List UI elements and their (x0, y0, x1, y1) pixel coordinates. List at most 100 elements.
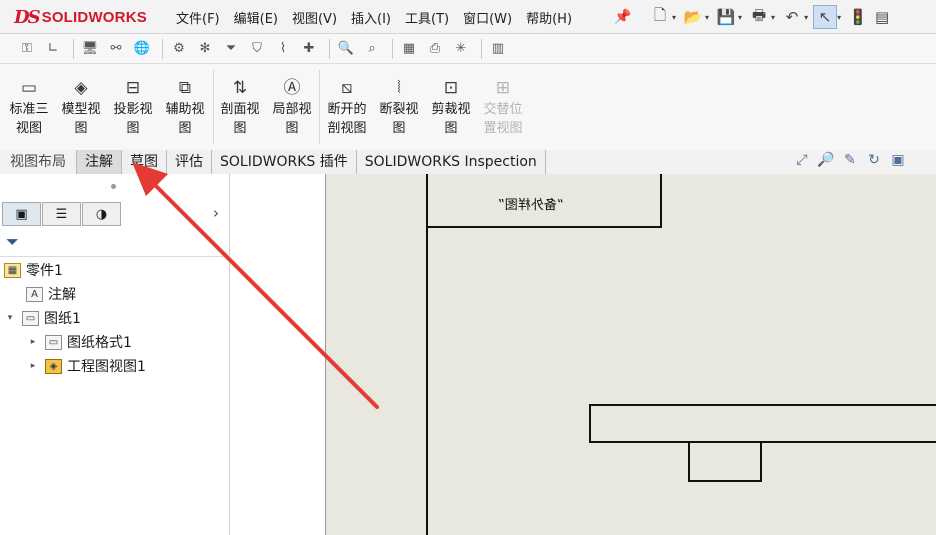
detail-view-button[interactable]: Ⓐ 局部视 图 (266, 76, 318, 138)
tree-item-label: 工程图视图1 (67, 359, 146, 375)
button-label: 交替位 (483, 102, 523, 117)
print-dropdown-icon[interactable]: ▾ (771, 13, 775, 22)
heads-up-view-toolbar: ⤢ 🔎 ✎ ↻ ▣ (790, 152, 910, 172)
panel-grip[interactable] (111, 184, 116, 189)
part-rectangle[interactable] (589, 404, 936, 443)
undo-dropdown-icon[interactable]: ▾ (804, 13, 808, 22)
toolbar-separator (162, 38, 163, 59)
tab-evaluate[interactable]: 评估 (167, 150, 212, 174)
standard-3view-button[interactable]: ▭ 标准三 视图 (3, 76, 55, 138)
sheet-border-line (426, 174, 428, 535)
feature-manager-panel: ▣ ☰ ◑ › ⏷ ▦ 零件1 A 注解 ▾ ▭ 图纸1 ▸ ▭ 图纸格式1 ▸… (0, 174, 230, 535)
drawing-sheet[interactable]: “备外样图” (325, 174, 936, 535)
menu-insert[interactable]: 插入(I) (351, 8, 391, 27)
tree-item-annotations[interactable]: A 注解 (26, 283, 76, 305)
binoculars-icon[interactable]: ⌕ (361, 38, 383, 60)
tree-item-label: 零件1 (26, 263, 63, 279)
tree-item-label: 图纸1 (44, 311, 81, 327)
solidworks-logo: DS SOLIDWORKS (14, 6, 147, 28)
new-doc-icon[interactable]: 🗋 (648, 5, 672, 29)
twisty-expanded-icon[interactable]: ▾ (4, 313, 16, 323)
ribbon-separator (319, 70, 320, 144)
button-label: 置视图 (483, 121, 523, 136)
broken-out-section-button[interactable]: ⧅ 断开的 剖视图 (321, 76, 373, 138)
part-icon: ▦ (4, 262, 21, 278)
pan-pen-icon[interactable]: ✎ (838, 152, 862, 172)
tree-item-part[interactable]: ▦ 零件1 (4, 259, 63, 281)
model-view-button[interactable]: ◈ 模型视 图 (55, 76, 107, 138)
pin-icon[interactable]: 📌 (614, 9, 631, 25)
tree-item-drawing-view[interactable]: ▸ ◈ 工程图视图1 (27, 355, 146, 377)
menu-view[interactable]: 视图(V) (292, 8, 337, 27)
auxiliary-view-button[interactable]: ⧉ 辅助视 图 (159, 76, 211, 138)
undo-icon[interactable]: ↶ (780, 5, 804, 29)
tab-annotation[interactable]: 注解 (76, 150, 122, 174)
filter-icon[interactable]: ⏷ (6, 232, 19, 252)
search-icon[interactable]: 🔍 (335, 38, 357, 60)
gear-alt-icon[interactable]: ✻ (194, 38, 216, 60)
brand-name: SOLIDWORKS (41, 8, 147, 26)
printer-icon[interactable]: ⎙ (424, 38, 446, 60)
puzzle-icon[interactable]: ✚ (298, 38, 320, 60)
chevron-right-icon[interactable]: › (213, 204, 219, 222)
button-label: 剖视图 (327, 121, 367, 136)
network-icon[interactable]: ⚯ (105, 38, 127, 60)
tree-item-sheet[interactable]: ▾ ▭ 图纸1 (4, 307, 81, 329)
part-tab[interactable] (688, 441, 762, 482)
options-icon[interactable]: ▤ (870, 5, 894, 29)
property-manager-tab-icon[interactable]: ☰ (42, 202, 81, 226)
traffic-light-icon[interactable]: 🚦 (846, 5, 870, 29)
menu-file[interactable]: 文件(F) (176, 8, 220, 27)
zoom-to-fit-icon[interactable]: ⤢ (790, 152, 814, 172)
menu-tools[interactable]: 工具(T) (405, 8, 449, 27)
break-view-icon: ⦚ (397, 78, 401, 98)
button-label: 辅助视 (165, 102, 205, 117)
globe-icon[interactable]: 🌐 (131, 38, 153, 60)
new-dropdown-icon[interactable]: ▾ (672, 13, 676, 22)
button-label: 局部视 (272, 102, 312, 117)
key-icon[interactable]: ⚿ (16, 38, 38, 60)
tab-solidworks-addins[interactable]: SOLIDWORKS 插件 (212, 150, 357, 174)
print-icon[interactable]: 🖶 (747, 5, 771, 29)
zoom-area-icon[interactable]: 🔎 (814, 152, 838, 172)
excel-icon[interactable]: ▦ (398, 38, 420, 60)
menu-window[interactable]: 窗口(W) (463, 8, 512, 27)
angle-icon[interactable]: ∟ (42, 38, 64, 60)
section-view-icon: ⇅ (232, 78, 248, 98)
shield-icon[interactable]: ⛉ (246, 38, 268, 60)
select-cursor-icon[interactable]: ↖ (813, 5, 838, 29)
tab-solidworks-inspection[interactable]: SOLIDWORKS Inspection (356, 150, 546, 174)
spring-icon[interactable]: ⌇ (272, 38, 294, 60)
tree-item-sheet-format[interactable]: ▸ ▭ 图纸格式1 (27, 331, 132, 353)
spark-doc-icon[interactable]: ✳ (450, 38, 472, 60)
menu-edit[interactable]: 编辑(E) (234, 8, 278, 27)
tab-sketch[interactable]: 草图 (122, 150, 167, 174)
button-label: 图 (74, 121, 88, 136)
select-dropdown-icon[interactable]: ▾ (837, 13, 841, 22)
command-manager: ▭ 标准三 视图 ◈ 模型视 图 ⊟ 投影视 图 ⧉ 辅助视 图 ⇅ 剖面视 图… (0, 64, 936, 150)
crop-view-button[interactable]: ⊡ 剪裁视 图 (425, 76, 477, 138)
toolbar-separator (329, 38, 330, 59)
alternate-position-view-button: ⊞ 交替位 置视图 (477, 76, 529, 138)
section-view-button[interactable]: ⇅ 剖面视 图 (214, 76, 266, 138)
menu-help[interactable]: 帮助(H) (526, 8, 572, 27)
projected-view-button[interactable]: ⊟ 投影视 图 (107, 76, 159, 138)
monitor-icon[interactable]: 🖥 (79, 38, 101, 60)
twisty-collapsed-icon[interactable]: ▸ (27, 361, 39, 371)
rotate-icon[interactable]: ↻ (862, 152, 886, 172)
break-view-button[interactable]: ⦚ 断裂视 图 (373, 76, 425, 138)
display-style-icon[interactable]: ▣ (886, 152, 910, 172)
gear-icon[interactable]: ⚙ (168, 38, 190, 60)
save-icon[interactable]: 💾 (714, 5, 738, 29)
funnel-icon[interactable]: ⏷ (220, 38, 242, 60)
feature-tree-tab-icon[interactable]: ▣ (2, 202, 41, 226)
tab-view-layout[interactable]: 视图布局 (0, 150, 76, 174)
command-tabs: 视图布局 注解 草图 评估 SOLIDWORKS 插件 SOLIDWORKS I… (0, 150, 594, 174)
display-manager-tab-icon[interactable]: ◑ (82, 202, 121, 226)
save-dropdown-icon[interactable]: ▾ (738, 13, 742, 22)
twisty-collapsed-icon[interactable]: ▸ (27, 337, 39, 347)
open-folder-icon[interactable]: 📂 (681, 5, 705, 29)
panel-tabs: ▣ ☰ ◑ (2, 202, 122, 226)
report-icon[interactable]: ▥ (487, 38, 509, 60)
open-dropdown-icon[interactable]: ▾ (705, 13, 709, 22)
